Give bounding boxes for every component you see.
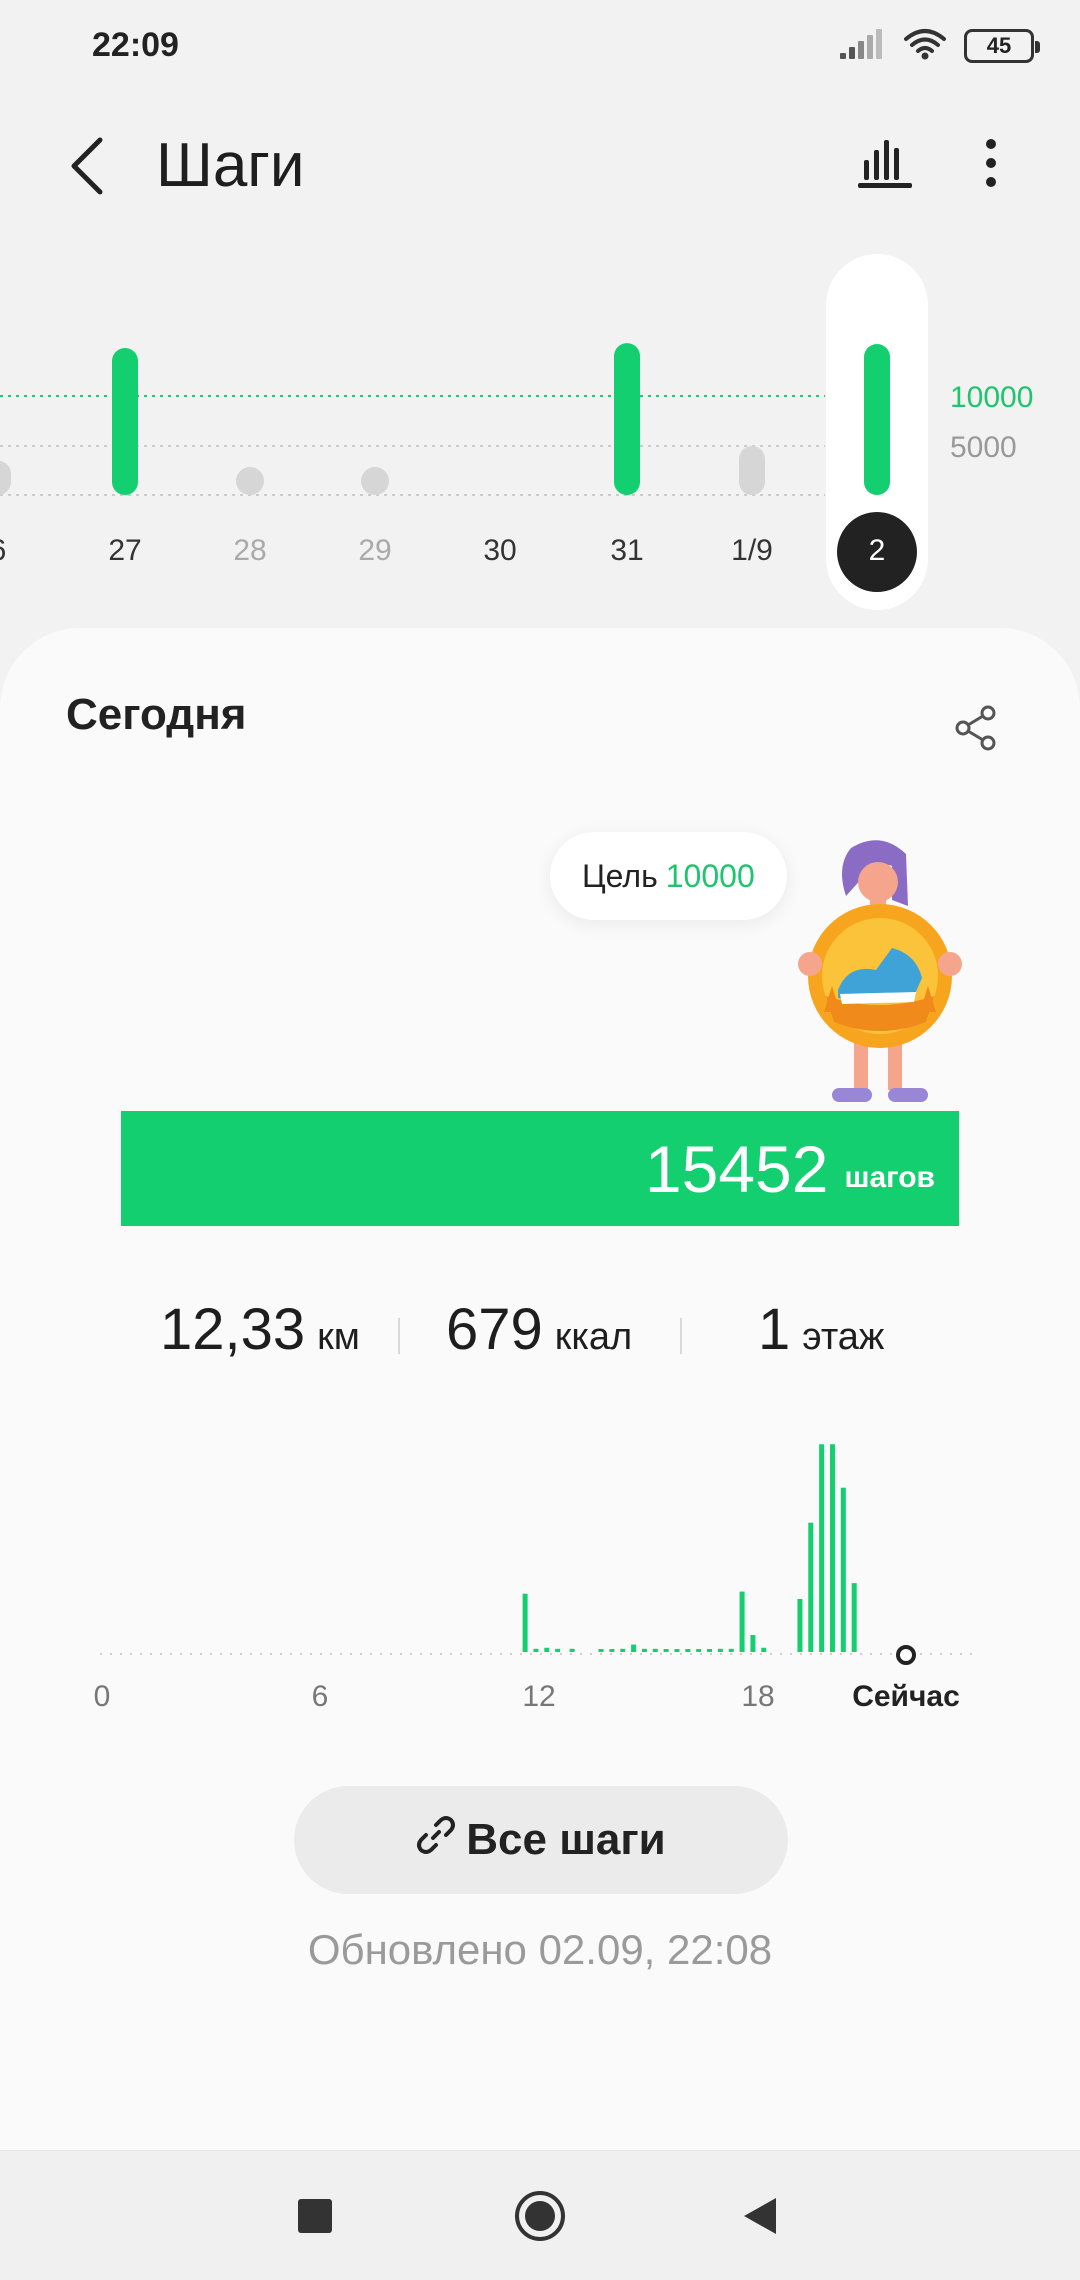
hour-bar: [797, 1599, 803, 1652]
day-label[interactable]: 31: [587, 534, 667, 568]
distance-unit: км: [317, 1316, 360, 1358]
steps-count: 15452: [644, 1131, 829, 1206]
day-bar[interactable]: [361, 467, 389, 495]
back-nav-button[interactable]: [725, 2183, 795, 2253]
metric-divider: [398, 1318, 400, 1354]
day-label[interactable]: 27: [85, 534, 165, 568]
x-tick-label: Сейчас: [852, 1680, 960, 1710]
hour-bar: [696, 1649, 702, 1652]
day-label[interactable]: 2: [837, 534, 917, 568]
hour-bar: [829, 1444, 835, 1652]
card-title: Сегодня: [66, 690, 247, 739]
hour-bar: [569, 1648, 575, 1652]
hour-bar: [761, 1647, 767, 1652]
all-steps-label: Все шаги: [466, 1815, 666, 1864]
status-time: 22:09: [92, 26, 179, 64]
wifi-icon: [904, 28, 946, 65]
status-icons: 45: [840, 24, 1040, 68]
floors-value: 1: [758, 1297, 791, 1362]
metric-divider: [680, 1318, 682, 1354]
day-label[interactable]: 29: [335, 534, 415, 568]
hour-bar: [840, 1487, 846, 1652]
hour-bar: [685, 1649, 691, 1652]
mid-axis-label: 5000: [950, 431, 1017, 464]
hour-bar: [750, 1635, 756, 1652]
hour-bar: [631, 1644, 637, 1652]
now-marker: [896, 1645, 916, 1665]
battery-level: 45: [986, 33, 1012, 58]
goal-achieved-illustration: [796, 836, 966, 1106]
day-label[interactable]: 6: [0, 534, 38, 568]
hour-bar: [674, 1649, 680, 1652]
hour-bar: [717, 1648, 723, 1652]
hour-bar: [808, 1522, 814, 1652]
hour-bar: [739, 1591, 745, 1652]
floors-unit: этаж: [802, 1316, 885, 1358]
all-steps-button[interactable]: Все шаги: [294, 1786, 788, 1894]
calories-value: 679: [446, 1297, 543, 1362]
day-label[interactable]: 1/9: [712, 534, 792, 568]
steps-progress-bar: 15452 шагов: [121, 1111, 959, 1226]
square-icon: [297, 2198, 333, 2239]
hour-bar: [598, 1649, 604, 1652]
hour-bar: [851, 1583, 857, 1652]
calories-unit: ккал: [554, 1316, 633, 1358]
link-icon: [416, 1815, 456, 1866]
back-button[interactable]: [56, 132, 120, 204]
distance-metric: 12,33 км: [160, 1296, 360, 1363]
day-bar[interactable]: [112, 348, 138, 495]
statistics-button[interactable]: [850, 130, 920, 200]
x-tick-label: 12: [522, 1680, 555, 1710]
hourly-steps-chart[interactable]: 0 6 12 18 Сейчас: [90, 1420, 1010, 1710]
hour-bar: [544, 1647, 550, 1652]
hour-bar: [819, 1444, 825, 1652]
hour-bar: [555, 1648, 561, 1652]
steps-unit: шагов: [844, 1160, 935, 1194]
last-updated-text: Обновлено 02.09, 22:08: [307, 1926, 773, 1973]
goal-label: Цель: [582, 857, 658, 894]
hour-bar: [641, 1648, 647, 1652]
hour-bar: [533, 1648, 539, 1652]
day-label[interactable]: 30: [460, 534, 540, 568]
x-tick-label: 0: [94, 1680, 111, 1710]
hour-bar: [522, 1593, 528, 1652]
back-arrow-icon: [68, 136, 108, 201]
hour-bar: [663, 1649, 669, 1652]
page-title: Шаги: [156, 131, 305, 200]
goal-bubble: Цель 10000: [550, 832, 787, 920]
day-bar[interactable]: [0, 460, 11, 495]
hour-bar: [652, 1648, 658, 1652]
floors-metric: 1 этаж: [758, 1296, 884, 1363]
hour-bar: [609, 1649, 615, 1652]
battery-icon: 45: [964, 29, 1040, 63]
more-vertical-icon: [984, 138, 998, 193]
bar-chart-icon: [858, 138, 912, 193]
signal-icon: [840, 28, 886, 64]
circle-icon: [514, 2190, 566, 2247]
goal-value: 10000: [665, 857, 755, 894]
day-bar[interactable]: [236, 467, 264, 495]
goal-axis-label: 10000: [950, 381, 1034, 414]
distance-value: 12,33: [160, 1297, 306, 1362]
recents-button[interactable]: [280, 2183, 350, 2253]
hour-bar: [707, 1649, 713, 1652]
day-label[interactable]: 28: [210, 534, 290, 568]
home-button[interactable]: [505, 2183, 575, 2253]
day-bar[interactable]: [864, 344, 890, 495]
x-tick-label: 18: [741, 1680, 774, 1710]
calories-metric: 679 ккал: [446, 1296, 632, 1363]
x-tick-label: 6: [312, 1680, 329, 1710]
hour-bar: [620, 1648, 626, 1652]
share-icon: [954, 705, 998, 756]
triangle-icon: [742, 2196, 778, 2241]
hour-bar: [728, 1648, 734, 1652]
share-button[interactable]: [946, 700, 1006, 760]
day-bar[interactable]: [739, 446, 765, 495]
more-options-button[interactable]: [958, 130, 1024, 200]
day-bar[interactable]: [614, 343, 640, 495]
weekly-steps-chart[interactable]: 10000 5000 6 27 28 29 30 31 1/9 2: [0, 250, 1080, 620]
